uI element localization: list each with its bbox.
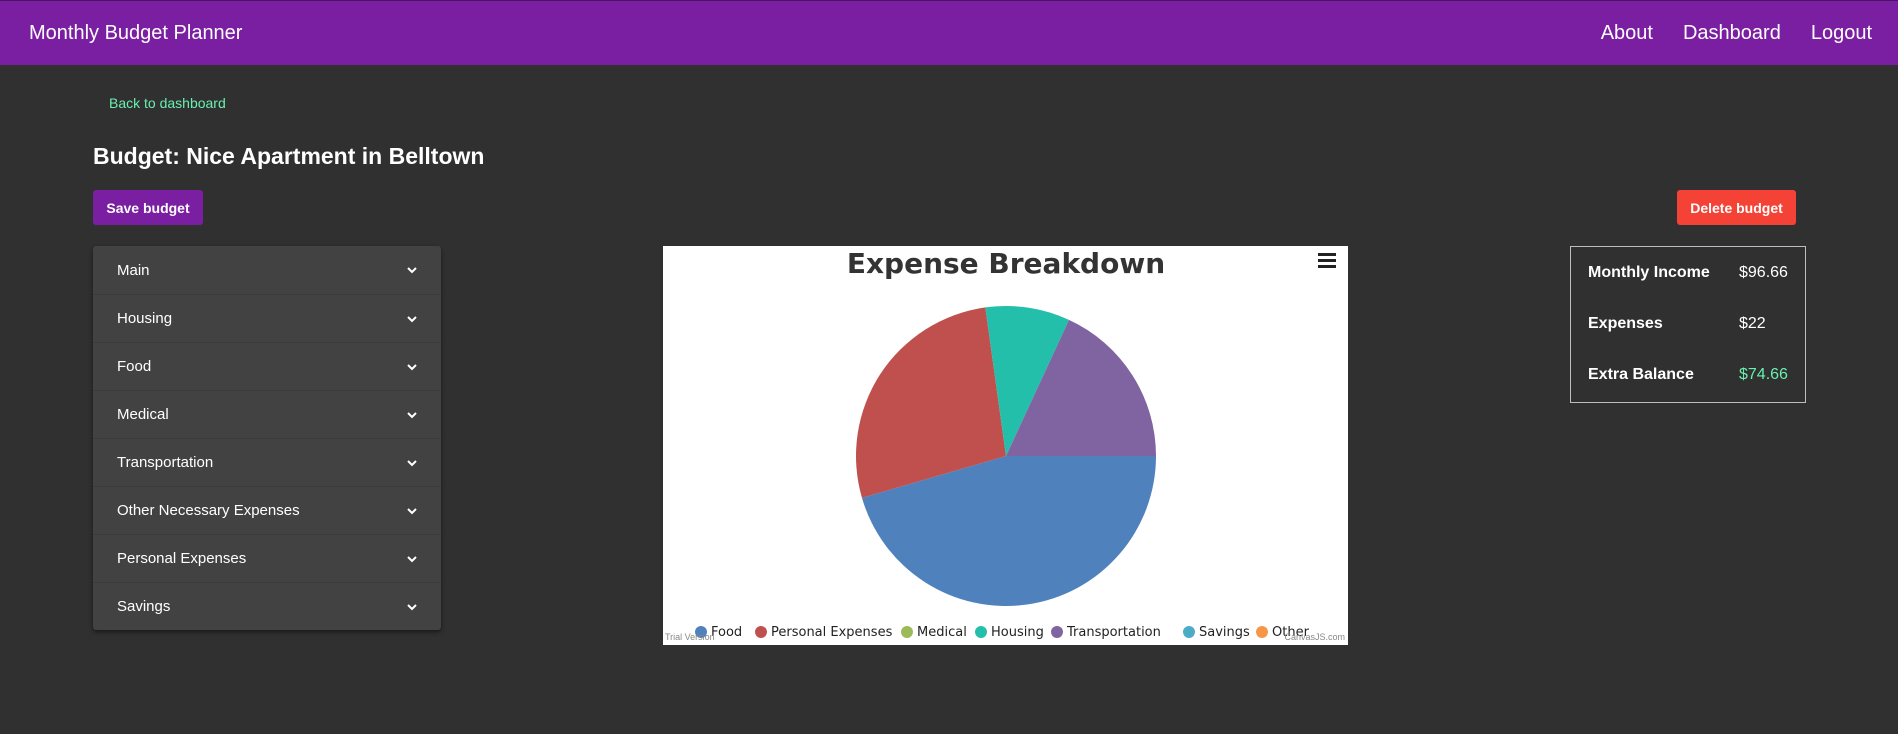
income-value: $96.66 xyxy=(1739,264,1788,281)
legend-label: Transportation xyxy=(1066,625,1161,640)
balance-value: $74.66 xyxy=(1739,366,1788,383)
expenses-row: Expenses $22 xyxy=(1571,315,1805,335)
accordion-label: Main xyxy=(117,261,150,279)
navbar: Monthly Budget Planner About Dashboard L… xyxy=(0,0,1898,65)
legend-label: Food xyxy=(711,625,742,640)
accordion-label: Transportation xyxy=(117,454,214,471)
accordion-item-savings[interactable]: Savings xyxy=(93,582,441,630)
legend-marker xyxy=(975,626,987,638)
chevron-down-icon xyxy=(405,600,419,614)
watermark-right: CanvasJS.com xyxy=(1284,632,1345,642)
legend-item-transportation[interactable]: Transportation xyxy=(1051,625,1161,640)
legend-item-medical[interactable]: Medical xyxy=(901,625,967,640)
legend-item-personal-expenses[interactable]: Personal Expenses xyxy=(755,625,893,640)
income-row: Monthly Income $96.66 xyxy=(1571,264,1805,284)
back-to-dashboard-link[interactable]: Back to dashboard xyxy=(109,95,226,111)
chevron-down-icon xyxy=(405,552,419,566)
accordion-item-personal-expenses[interactable]: Personal Expenses xyxy=(93,534,441,582)
legend-label: Housing xyxy=(991,625,1044,640)
legend-item-savings[interactable]: Savings xyxy=(1183,625,1250,640)
accordion-label: Savings xyxy=(117,598,171,615)
budget-category-accordion: Main Housing Food Medical Transportation… xyxy=(93,246,441,630)
accordion-label: Personal Expenses xyxy=(117,550,247,567)
expense-pie-chart: Expense Breakdown Food Personal Expenses Me… xyxy=(663,246,1348,645)
chevron-down-icon xyxy=(405,456,419,470)
expenses-value: $22 xyxy=(1739,315,1766,332)
accordion-label: Medical xyxy=(117,406,169,423)
accordion-item-medical[interactable]: Medical xyxy=(93,390,441,438)
nav-links: About Dashboard Logout xyxy=(1601,22,1872,45)
accordion-label: Food xyxy=(117,358,152,375)
balance-row: Extra Balance $74.66 xyxy=(1571,366,1805,386)
chevron-down-icon xyxy=(405,312,419,326)
legend-marker xyxy=(901,626,913,638)
nav-about-link[interactable]: About xyxy=(1601,22,1653,45)
watermark-left: Trial Version xyxy=(665,632,715,642)
chevron-down-icon xyxy=(405,263,419,277)
balance-label: Extra Balance xyxy=(1588,366,1694,383)
legend-item-housing[interactable]: Housing xyxy=(975,625,1044,640)
page-title: Budget: Nice Apartment in Belltown xyxy=(93,143,485,169)
chevron-down-icon xyxy=(405,408,419,422)
accordion-item-food[interactable]: Food xyxy=(93,342,441,390)
nav-logout-link[interactable]: Logout xyxy=(1811,22,1872,45)
accordion-item-transportation[interactable]: Transportation xyxy=(93,438,441,486)
chevron-down-icon xyxy=(405,504,419,518)
legend-label: Savings xyxy=(1199,625,1250,640)
legend-label: Personal Expenses xyxy=(771,625,893,640)
expenses-label: Expenses xyxy=(1588,315,1663,332)
legend-label: Medical xyxy=(917,625,967,640)
legend-marker xyxy=(1256,626,1268,638)
hamburger-menu-icon[interactable] xyxy=(1318,253,1336,269)
accordion-item-housing[interactable]: Housing xyxy=(93,294,441,342)
accordion-label: Other Necessary Expenses xyxy=(117,502,300,519)
accordion-item-other-necessary-expenses[interactable]: Other Necessary Expenses xyxy=(93,486,441,534)
accordion-label: Housing xyxy=(117,310,173,327)
delete-budget-button[interactable]: Delete budget xyxy=(1677,190,1796,225)
budget-summary-panel: Monthly Income $96.66 Expenses $22 Extra… xyxy=(1570,246,1806,403)
brand-title[interactable]: Monthly Budget Planner xyxy=(29,22,242,45)
chevron-down-icon xyxy=(405,360,419,374)
legend-marker xyxy=(1183,626,1195,638)
legend-marker xyxy=(755,626,767,638)
chart-title: Expense Breakdown xyxy=(847,247,1165,280)
pie-chart-svg: Expense Breakdown Food Personal Expenses Me… xyxy=(695,247,1310,640)
legend-marker xyxy=(1051,626,1063,638)
save-budget-button[interactable]: Save budget xyxy=(93,190,203,225)
income-label: Monthly Income xyxy=(1588,264,1710,281)
nav-dashboard-link[interactable]: Dashboard xyxy=(1683,22,1781,45)
accordion-item-main[interactable]: Main xyxy=(93,246,441,294)
